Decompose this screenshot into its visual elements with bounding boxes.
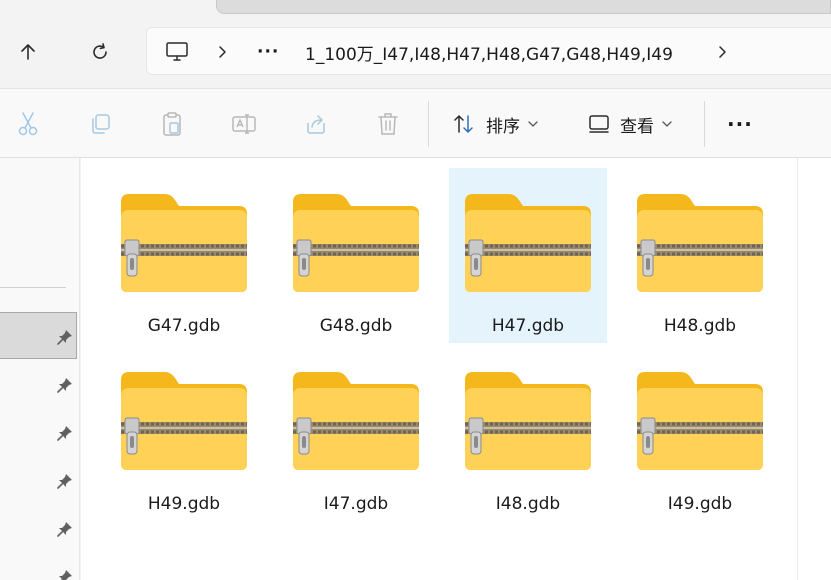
file-item[interactable]: H47.gdb <box>449 168 607 343</box>
breadcrumb-current-folder[interactable]: 1_100万_I47,I48,H47,H48,G47,G48,H49,I49 <box>305 28 673 76</box>
view-icon <box>589 115 609 133</box>
pin-icon[interactable] <box>56 568 74 580</box>
clipboard-icon <box>163 112 181 136</box>
file-name: G47.gdb <box>147 316 221 336</box>
pin-icon[interactable] <box>56 424 74 442</box>
rename-button[interactable] <box>231 111 257 137</box>
file-view[interactable]: G47.gdb G48.gdb H47.gdb H48.gdb H49.gdb … <box>81 158 797 580</box>
sort-button[interactable]: 排序 <box>452 107 538 141</box>
more-options-button[interactable]: ··· <box>727 107 753 141</box>
pin-icon[interactable] <box>56 520 74 538</box>
address-bar-row: ··· 1_100万_I47,I48,H47,H48,G47,G48,H49,I… <box>0 14 831 88</box>
zip-folder-icon <box>637 372 763 470</box>
nav-divider <box>0 287 66 288</box>
computer-crumb[interactable] <box>165 28 189 76</box>
address-bar[interactable]: ··· 1_100万_I47,I48,H47,H48,G47,G48,H49,I… <box>146 27 831 75</box>
breadcrumb-separator-end[interactable] <box>717 28 729 76</box>
toolbar-separator <box>428 101 429 147</box>
sort-icon <box>454 115 473 133</box>
file-item[interactable]: H48.gdb <box>621 168 779 343</box>
toolbar-separator <box>704 101 705 147</box>
cut-button[interactable] <box>15 111 41 137</box>
zip-folder-icon <box>465 372 591 470</box>
zip-folder-icon <box>465 194 591 292</box>
monitor-icon <box>166 42 188 61</box>
chevron-right-icon <box>219 46 226 58</box>
file-name: I48.gdb <box>495 494 561 514</box>
file-item[interactable]: H49.gdb <box>105 346 263 521</box>
copy-icon <box>92 114 110 134</box>
view-button[interactable]: 查看 <box>588 107 672 141</box>
file-item[interactable]: I49.gdb <box>621 346 779 521</box>
tab-strip <box>216 0 831 14</box>
trash-icon <box>378 113 398 135</box>
file-name: H47.gdb <box>491 316 565 336</box>
command-bar: 排序 查看 ··· <box>0 88 831 158</box>
pin-icon[interactable] <box>56 328 74 346</box>
breadcrumb-overflow[interactable]: ··· <box>257 28 279 76</box>
pin-icon[interactable] <box>56 472 74 490</box>
copy-button[interactable] <box>87 111 113 137</box>
paste-button[interactable] <box>159 111 185 137</box>
rename-icon <box>232 114 256 134</box>
share-icon <box>307 115 325 134</box>
up-button[interactable] <box>14 38 42 66</box>
share-button[interactable] <box>303 111 329 137</box>
file-item[interactable]: G48.gdb <box>277 168 435 343</box>
file-item[interactable]: G47.gdb <box>105 168 263 343</box>
chevron-right-icon <box>719 46 726 58</box>
breadcrumb-separator[interactable] <box>217 28 229 76</box>
view-label: 查看 <box>620 116 654 137</box>
pin-icon[interactable] <box>56 376 74 394</box>
chevron-down-icon <box>528 121 538 127</box>
delete-button[interactable] <box>375 111 401 137</box>
zip-folder-icon <box>293 194 419 292</box>
chevron-down-icon <box>662 121 672 127</box>
zip-folder-icon <box>293 372 419 470</box>
scissors-icon <box>18 112 38 136</box>
refresh-icon <box>93 43 107 59</box>
arrow-up-icon <box>21 44 35 60</box>
file-name: H48.gdb <box>663 316 737 336</box>
zip-folder-icon <box>121 194 247 292</box>
file-item[interactable]: I48.gdb <box>449 346 607 521</box>
zip-folder-icon <box>637 194 763 292</box>
navigation-pane <box>0 158 80 580</box>
file-item[interactable]: I47.gdb <box>277 346 435 521</box>
details-strip <box>797 158 831 580</box>
zip-folder-icon <box>121 372 247 470</box>
file-name: I47.gdb <box>323 494 389 514</box>
refresh-button[interactable] <box>86 38 114 66</box>
sort-label: 排序 <box>486 116 520 137</box>
file-name: G48.gdb <box>319 316 393 336</box>
file-name: H49.gdb <box>147 494 221 514</box>
file-name: I49.gdb <box>667 494 733 514</box>
